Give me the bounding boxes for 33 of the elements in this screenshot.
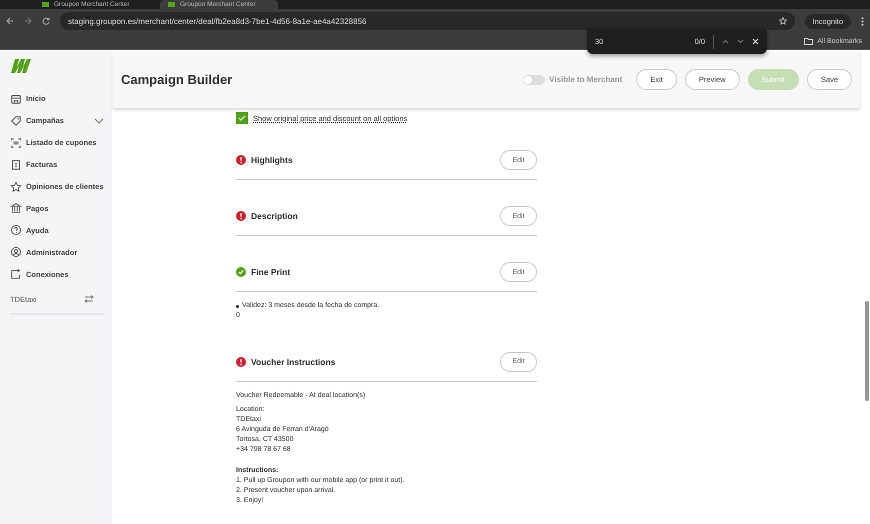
section-title: Description <box>251 211 299 221</box>
bullet-icon <box>236 305 239 308</box>
scrollbar[interactable] <box>865 301 869 401</box>
toggle-label: Visible to Merchant <box>549 75 622 84</box>
section-title: Fine Print <box>251 267 292 277</box>
help-icon <box>10 224 22 236</box>
scan-icon <box>10 136 22 149</box>
link-icon <box>10 268 22 280</box>
logo-icon[interactable] <box>10 58 32 74</box>
reload-icon[interactable] <box>42 17 50 25</box>
store-icon <box>10 92 22 105</box>
switch-icon[interactable] <box>84 295 94 304</box>
down-icon[interactable] <box>737 39 744 44</box>
address-bar[interactable]: staging.groupon.es/merchant/center/deal/fb2ea8d3-7be1-4d56-8a1e-ae4a42328856 <box>60 12 795 30</box>
user-icon <box>10 246 22 258</box>
chevron-icon[interactable] <box>94 118 104 124</box>
page-title: Campaign Builder <box>121 72 234 87</box>
checkbox[interactable] <box>236 112 248 124</box>
tag-icon <box>10 114 22 127</box>
close-icon[interactable] <box>752 38 759 45</box>
forward-icon[interactable] <box>24 17 32 25</box>
star-icon <box>10 180 22 192</box>
up-icon[interactable] <box>722 39 729 44</box>
menu-icon[interactable] <box>861 16 864 26</box>
bank-icon <box>10 202 22 214</box>
back-icon[interactable] <box>6 17 14 25</box>
section-title: Voucher Instructions <box>251 356 336 367</box>
invoice-icon <box>10 158 22 171</box>
star-icon[interactable] <box>778 17 787 25</box>
toggle-switch[interactable] <box>523 74 546 84</box>
section-title: Highlights <box>251 155 294 165</box>
check-icon <box>238 114 246 122</box>
folder-icon <box>804 38 814 44</box>
